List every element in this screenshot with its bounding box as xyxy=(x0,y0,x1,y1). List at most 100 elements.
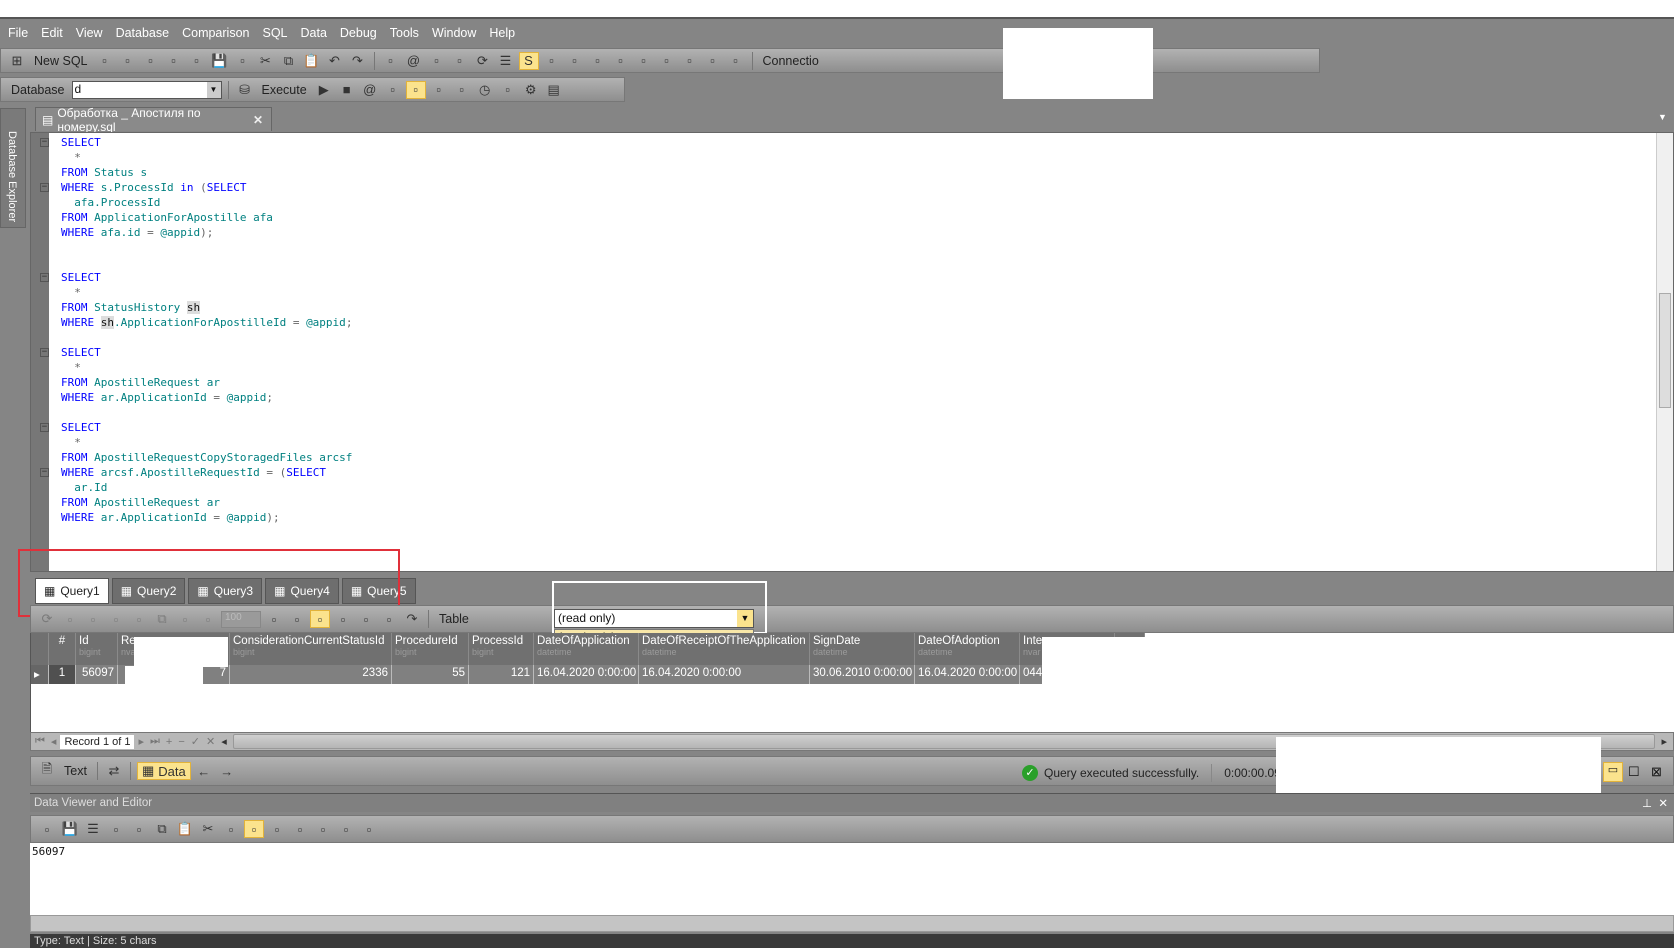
table-cell[interactable]: 30.06.2010 0:00:00 xyxy=(810,665,915,684)
next-page-icon[interactable]: ▫ xyxy=(264,610,284,628)
database-explorer-panel[interactable]: Database Explorer xyxy=(0,108,26,228)
menu-window[interactable]: Window xyxy=(432,26,476,40)
query-builder-icon[interactable]: ▫ xyxy=(498,81,518,99)
menu-tools[interactable]: Tools xyxy=(390,26,419,40)
history-icon[interactable]: ◷ xyxy=(475,81,495,99)
scroll-thumb[interactable] xyxy=(1659,293,1671,408)
prev-record-icon[interactable]: ◂ xyxy=(51,735,57,748)
delete-record-icon[interactable]: − xyxy=(178,736,184,748)
new-sql-icon[interactable]: ▫ xyxy=(95,52,115,70)
undo-icon[interactable]: ↶ xyxy=(325,52,345,70)
cut-icon[interactable]: ✂ xyxy=(256,52,276,70)
redo-icon[interactable]: ↷ xyxy=(402,610,422,628)
export-icon[interactable]: ▫ xyxy=(379,610,399,628)
save-all-icon[interactable]: ▫ xyxy=(187,52,207,70)
grid-layout-icon[interactable]: ▫ xyxy=(310,610,330,628)
column-header[interactable]: DateOfReceiptOfTheApplication datetime xyxy=(639,633,810,665)
scroll-left-icon[interactable]: ◂ xyxy=(221,735,227,748)
table-cell[interactable]: 121 xyxy=(469,665,534,684)
column-header[interactable]: SignDate datetime xyxy=(810,633,915,665)
last-record-icon[interactable]: ⏭ xyxy=(150,735,160,748)
stop-icon[interactable]: ■ xyxy=(337,81,357,99)
edit-icon[interactable]: ▫ xyxy=(83,610,103,628)
at-icon[interactable]: @ xyxy=(360,81,380,99)
fold-toggle-icon[interactable]: − xyxy=(40,423,49,432)
post-edit-icon[interactable]: ✓ xyxy=(191,735,200,748)
execute-step-icon[interactable]: ▶ xyxy=(314,81,334,99)
data-view-button[interactable]: ▦ Data xyxy=(136,762,191,780)
fold-toggle-icon[interactable]: − xyxy=(40,273,49,282)
last-page-icon[interactable]: ▫ xyxy=(287,610,307,628)
code-area[interactable]: − SELECT * FROM Status s − WHERE s.ProcessId… xyxy=(40,135,352,525)
menu-edit[interactable]: Edit xyxy=(41,26,63,40)
text-icon[interactable]: ▫ xyxy=(244,820,264,838)
execute-button[interactable]: Execute xyxy=(262,83,307,97)
forward-arrow-icon[interactable]: → xyxy=(217,762,237,780)
table-select[interactable]: (read only) ▼ xyxy=(554,609,754,628)
execute-to-cursor-icon[interactable]: ▫ xyxy=(405,80,426,99)
back-arrow-icon[interactable]: ← xyxy=(194,762,214,780)
chevron-down-icon[interactable]: ▼ xyxy=(206,81,221,98)
menu-database[interactable]: Database xyxy=(116,26,170,40)
table-cell[interactable]: 55 xyxy=(392,665,469,684)
paste-icon[interactable]: 📋 xyxy=(175,820,195,838)
sql-editor[interactable]: − SELECT * FROM Status s − WHERE s.ProcessId… xyxy=(30,132,1674,572)
split-vertical-icon[interactable]: ⊠ xyxy=(1651,764,1662,780)
first-page-icon[interactable]: ▫ xyxy=(175,610,195,628)
column-header[interactable]: DateOfAdoption datetime xyxy=(915,633,1020,665)
document-tab[interactable]: ▤ Обработка _ Апостиля по номеру.sql ✕ xyxy=(35,106,272,134)
menu-comparison[interactable]: Comparison xyxy=(182,26,249,40)
cancel-icon[interactable]: ▫ xyxy=(129,820,149,838)
bookmark-next-icon[interactable]: ▫ xyxy=(680,52,700,70)
table-cell[interactable]: 1 xyxy=(49,665,76,684)
bookmark-clear-icon[interactable]: ▫ xyxy=(703,52,723,70)
tab-list-chevron-icon[interactable]: ▼ xyxy=(1658,112,1667,122)
rich-text-icon[interactable]: ▫ xyxy=(290,820,310,838)
data-viewer-horizontal-scrollbar[interactable] xyxy=(30,915,1674,932)
comment-icon[interactable]: ▫ xyxy=(588,52,608,70)
image-icon[interactable]: ▫ xyxy=(336,820,356,838)
menu-sql[interactable]: SQL xyxy=(262,26,287,40)
open-icon[interactable]: ▫ xyxy=(37,820,57,838)
redo-icon[interactable]: ↷ xyxy=(348,52,368,70)
menu-view[interactable]: View xyxy=(76,26,103,40)
refresh-icon[interactable]: ⟳ xyxy=(37,610,57,628)
copy-icon[interactable]: ⧉ xyxy=(152,610,172,628)
settings-icon[interactable]: ⚙ xyxy=(521,81,541,99)
copy-icon[interactable]: ⧉ xyxy=(152,820,172,838)
menu-help[interactable]: Help xyxy=(489,26,515,40)
cut-icon[interactable]: ✂ xyxy=(198,820,218,838)
menu-debug[interactable]: Debug xyxy=(340,26,377,40)
move-left-icon[interactable]: ▫ xyxy=(542,52,562,70)
add-record-icon[interactable]: + xyxy=(166,736,172,748)
new-sql-button[interactable]: New SQL xyxy=(34,54,88,68)
plan-icon[interactable]: ▫ xyxy=(429,81,449,99)
document-icon[interactable]: ▫ xyxy=(726,52,746,70)
table-cell[interactable]: 56097 xyxy=(76,665,118,684)
single-pane-icon[interactable]: ☐ xyxy=(1628,764,1640,780)
at-icon[interactable]: @ xyxy=(404,52,424,70)
cancel-icon[interactable]: ▫ xyxy=(129,610,149,628)
scroll-right-icon[interactable]: ▸ xyxy=(1661,735,1667,748)
table-cell[interactable]: 16.04.2020 0:00:00 xyxy=(534,665,639,684)
profile-icon[interactable]: ▫ xyxy=(452,81,472,99)
execute-current-icon[interactable]: ▫ xyxy=(383,81,403,99)
post-icon[interactable]: ▫ xyxy=(106,820,126,838)
fold-toggle-icon[interactable]: − xyxy=(40,348,49,357)
data-viewer-content[interactable]: 56097 xyxy=(30,843,1674,915)
cancel-edit-icon[interactable]: ✕ xyxy=(206,735,215,748)
database-explorer-label[interactable]: Database Explorer xyxy=(6,131,18,222)
close-icon[interactable]: ✕ xyxy=(253,113,263,127)
text-view-button[interactable]: Text xyxy=(64,764,87,778)
save-icon[interactable]: 💾 xyxy=(210,52,230,70)
column-header[interactable]: ConsiderationCurrentStatusId bigint xyxy=(230,633,392,665)
column-header[interactable]: ProcedureId bigint xyxy=(392,633,469,665)
word-wrap-icon[interactable]: ▫ xyxy=(359,820,379,838)
menu-data[interactable]: Data xyxy=(301,26,327,40)
copy-doc-icon[interactable]: ▫ xyxy=(164,52,184,70)
indent-icon[interactable]: ▫ xyxy=(427,52,447,70)
bookmark-prev-icon[interactable]: ▫ xyxy=(657,52,677,70)
open-file-icon[interactable]: ▫ xyxy=(118,52,138,70)
stop-fetch-icon[interactable]: ▫ xyxy=(60,610,80,628)
clear-icon[interactable]: ☰ xyxy=(496,52,516,70)
